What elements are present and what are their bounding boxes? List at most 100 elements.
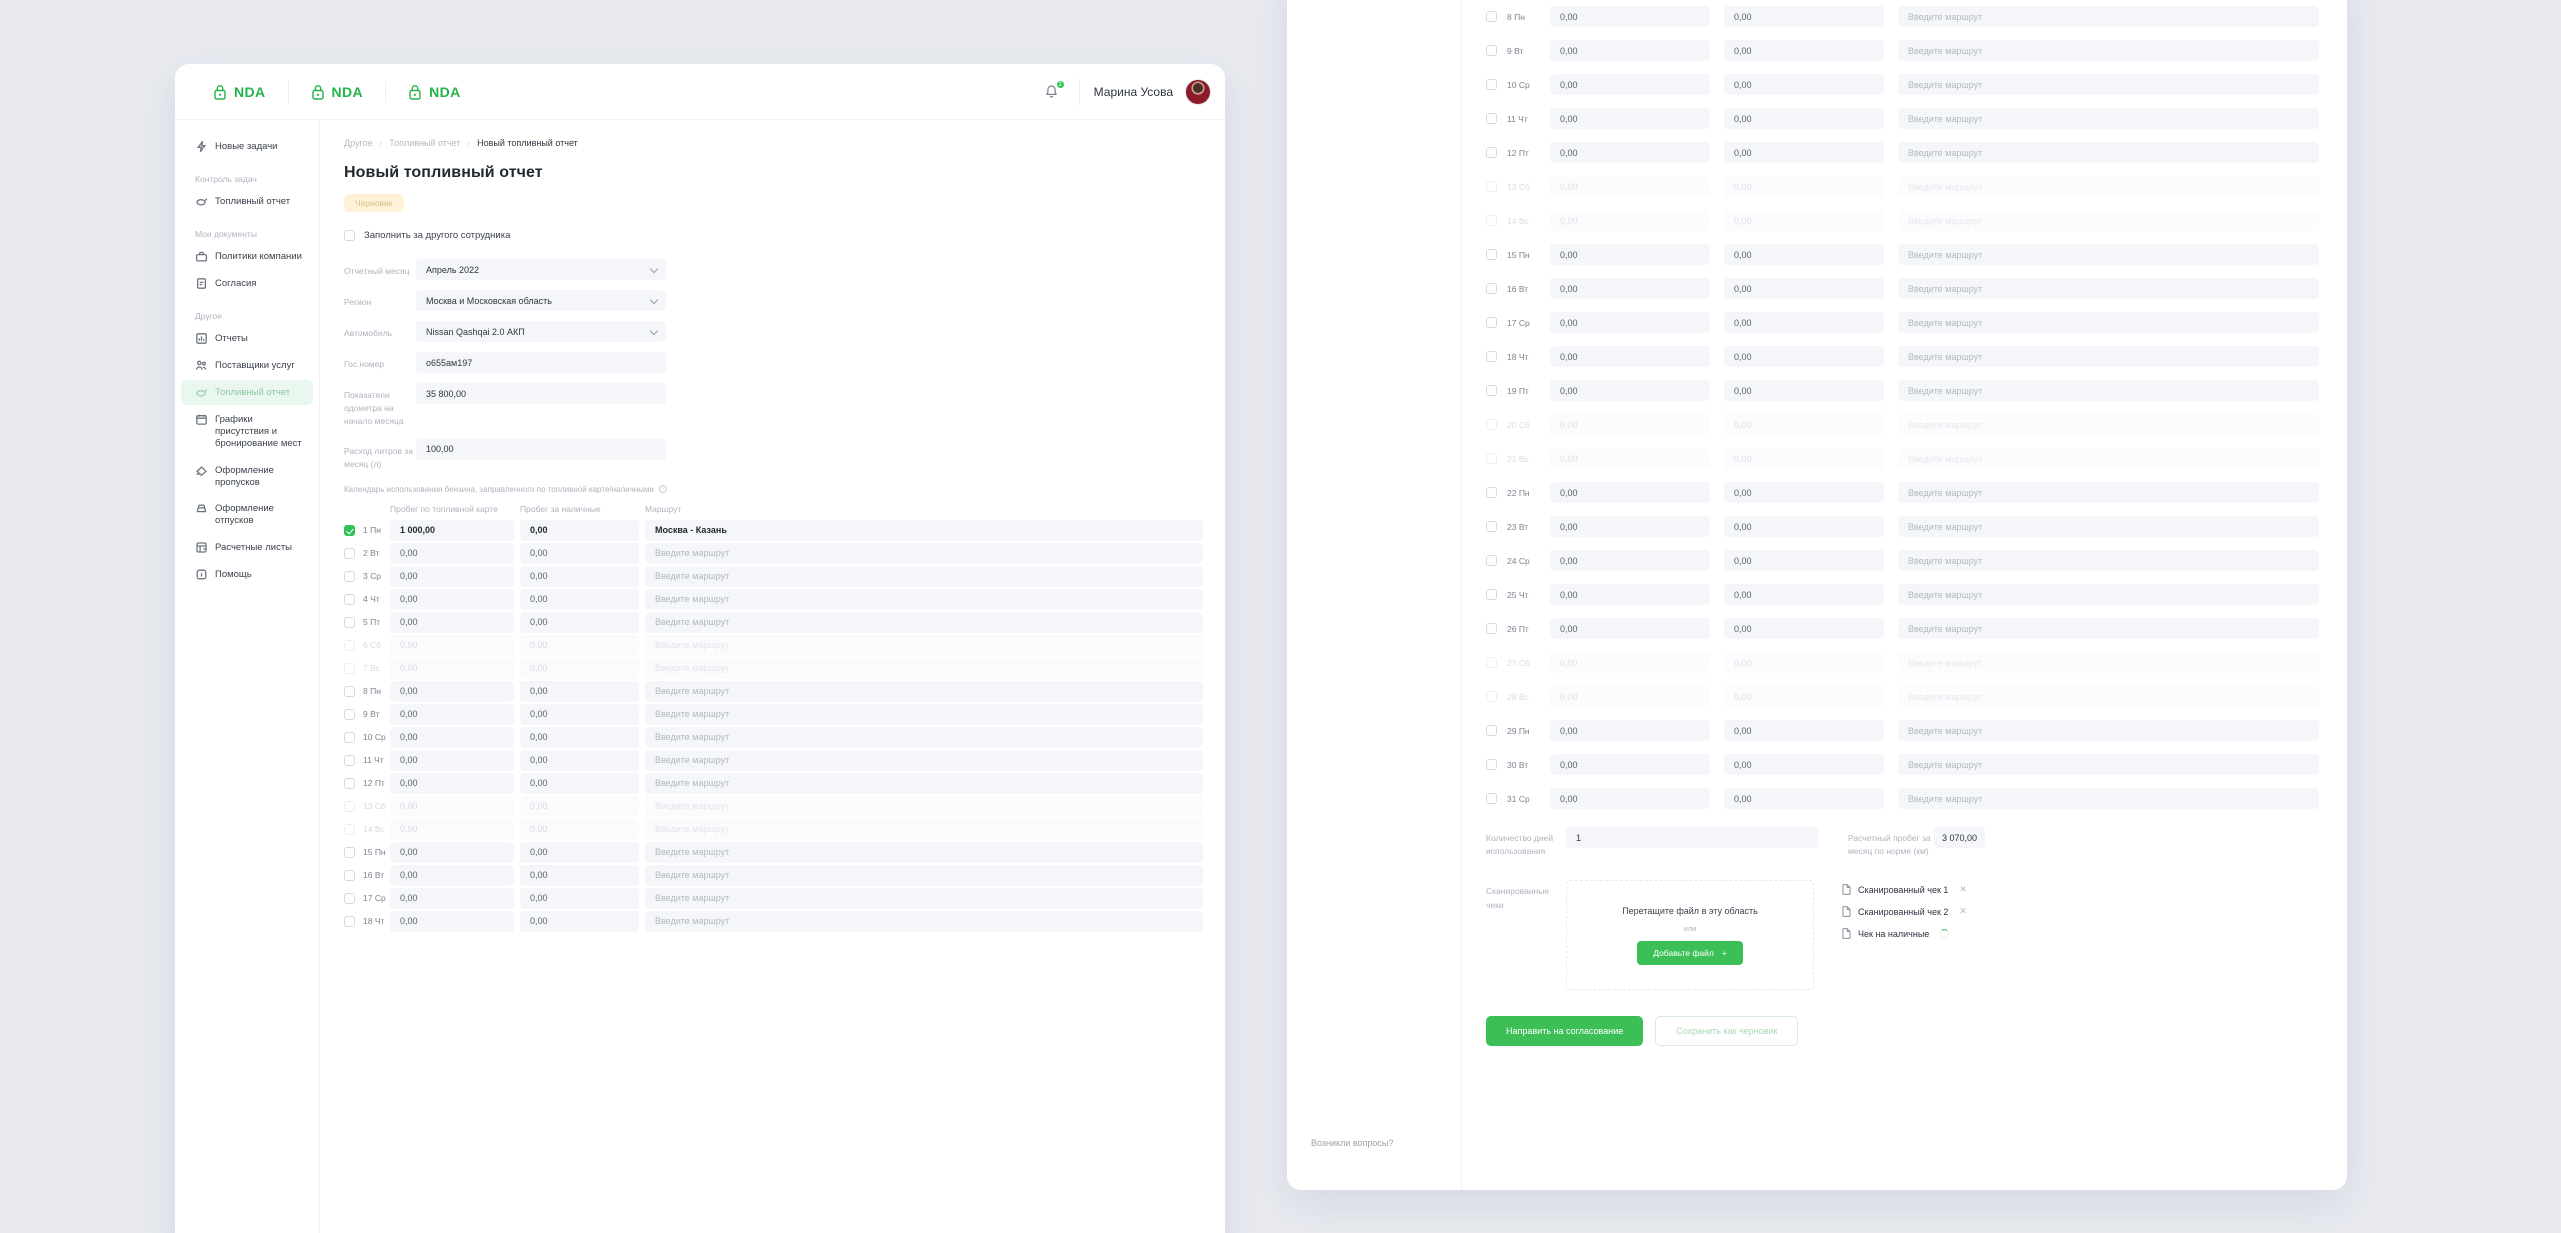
row-cash-mileage-input[interactable]: 0,00 xyxy=(1724,720,1884,741)
row-cash-mileage-input[interactable]: 0,00 xyxy=(520,910,639,932)
row-card-mileage-input[interactable]: 0,00 xyxy=(390,703,514,725)
row-cash-mileage-input[interactable]: 0,00 xyxy=(520,795,639,817)
row-route-input[interactable]: Москва - Казань xyxy=(645,519,1203,541)
row-card-mileage-input[interactable]: 0,00 xyxy=(390,749,514,771)
row-cash-mileage-input[interactable]: 0,00 xyxy=(520,726,639,748)
row-cash-mileage-input[interactable]: 0,00 xyxy=(520,749,639,771)
row-route-input[interactable]: Введите маршрут xyxy=(645,864,1203,886)
row-route-input[interactable]: Введите маршрут xyxy=(1898,74,2319,95)
row-cash-mileage-input[interactable]: 0,00 xyxy=(520,519,639,541)
row-card-mileage-input[interactable]: 0,00 xyxy=(1550,720,1710,741)
row-checkbox[interactable] xyxy=(344,846,355,858)
row-checkbox[interactable] xyxy=(1486,691,1497,702)
row-checkbox[interactable] xyxy=(1486,11,1497,22)
row-card-mileage-input[interactable]: 0,00 xyxy=(390,680,514,702)
form-field-input[interactable]: 35 800,00 xyxy=(416,383,666,404)
row-card-mileage-input[interactable]: 0,00 xyxy=(1550,448,1710,469)
form-field-input[interactable]: о655ам197 xyxy=(416,352,666,373)
nda-tab-2[interactable]: NDA xyxy=(289,74,386,110)
row-checkbox[interactable] xyxy=(344,823,355,835)
form-field-input[interactable]: 100,00 xyxy=(416,438,666,460)
close-icon[interactable]: ✕ xyxy=(1959,906,1967,917)
row-card-mileage-input[interactable]: 0,00 xyxy=(1550,108,1710,129)
row-cash-mileage-input[interactable]: 0,00 xyxy=(1724,244,1884,265)
row-cash-mileage-input[interactable]: 0,00 xyxy=(1724,6,1884,27)
row-checkbox[interactable] xyxy=(344,869,355,881)
row-card-mileage-input[interactable]: 0,00 xyxy=(390,818,514,840)
breadcrumb-item-1[interactable]: Топливный отчет xyxy=(389,138,460,148)
row-checkbox[interactable] xyxy=(344,593,355,605)
row-checkbox[interactable] xyxy=(344,915,355,927)
row-checkbox[interactable] xyxy=(1486,453,1497,464)
row-card-mileage-input[interactable]: 0,00 xyxy=(1550,312,1710,333)
notifications-button[interactable]: 2 xyxy=(1031,64,1073,120)
row-checkbox[interactable] xyxy=(1486,793,1497,804)
row-route-input[interactable]: Введите маршрут xyxy=(1898,686,2319,707)
row-checkbox[interactable] xyxy=(344,662,355,674)
row-card-mileage-input[interactable]: 0,00 xyxy=(390,910,514,932)
row-route-input[interactable]: Введите маршрут xyxy=(645,634,1203,656)
row-card-mileage-input[interactable]: 0,00 xyxy=(1550,244,1710,265)
help-question-text[interactable]: Возникли вопросы? xyxy=(1311,1138,1393,1148)
row-checkbox[interactable] xyxy=(344,547,355,559)
row-checkbox[interactable] xyxy=(1486,113,1497,124)
row-card-mileage-input[interactable]: 0,00 xyxy=(390,565,514,587)
row-checkbox[interactable] xyxy=(344,708,355,720)
sidebar-item-attendance-schedule[interactable]: Графики присутствия и бронирование мест xyxy=(181,407,313,456)
row-card-mileage-input[interactable]: 0,00 xyxy=(390,657,514,679)
row-cash-mileage-input[interactable]: 0,00 xyxy=(1724,788,1884,809)
row-checkbox[interactable] xyxy=(1486,79,1497,90)
sidebar-item-reports[interactable]: Отчеты xyxy=(181,326,313,351)
row-card-mileage-input[interactable]: 0,00 xyxy=(390,726,514,748)
row-route-input[interactable]: Введите маршрут xyxy=(1898,720,2319,741)
row-card-mileage-input[interactable]: 0,00 xyxy=(1550,482,1710,503)
row-cash-mileage-input[interactable]: 0,00 xyxy=(520,542,639,564)
submit-for-approval-button[interactable]: Направить на согласование xyxy=(1486,1016,1644,1047)
row-card-mileage-input[interactable]: 0,00 xyxy=(390,795,514,817)
row-checkbox[interactable] xyxy=(344,685,355,697)
row-checkbox[interactable] xyxy=(1486,589,1497,600)
row-route-input[interactable]: Введите маршрут xyxy=(645,680,1203,702)
row-route-input[interactable]: Введите маршрут xyxy=(645,749,1203,771)
row-cash-mileage-input[interactable]: 0,00 xyxy=(520,680,639,702)
row-route-input[interactable]: Введите маршрут xyxy=(645,726,1203,748)
row-checkbox[interactable] xyxy=(1486,45,1497,56)
row-route-input[interactable]: Введите маршрут xyxy=(645,611,1203,633)
row-card-mileage-input[interactable]: 0,00 xyxy=(1550,278,1710,299)
row-cash-mileage-input[interactable]: 0,00 xyxy=(1724,346,1884,367)
row-cash-mileage-input[interactable]: 0,00 xyxy=(1724,278,1884,299)
row-checkbox[interactable] xyxy=(1486,215,1497,226)
row-route-input[interactable]: Введите маршрут xyxy=(1898,108,2319,129)
row-cash-mileage-input[interactable]: 0,00 xyxy=(1724,380,1884,401)
row-cash-mileage-input[interactable]: 0,00 xyxy=(1724,448,1884,469)
breadcrumb-item-0[interactable]: Другое xyxy=(344,138,373,148)
row-route-input[interactable]: Введите маршрут xyxy=(645,910,1203,932)
row-checkbox[interactable] xyxy=(344,616,355,628)
row-card-mileage-input[interactable]: 0,00 xyxy=(1550,346,1710,367)
info-icon[interactable]: i xyxy=(658,485,667,494)
row-checkbox[interactable] xyxy=(1486,623,1497,634)
row-route-input[interactable]: Введите маршрут xyxy=(1898,210,2319,231)
row-cash-mileage-input[interactable]: 0,00 xyxy=(1724,516,1884,537)
row-route-input[interactable]: Введите маршрут xyxy=(645,887,1203,909)
row-checkbox[interactable] xyxy=(1486,759,1497,770)
sidebar-item-company-policies[interactable]: Политики компании xyxy=(181,244,313,269)
row-checkbox[interactable] xyxy=(1486,657,1497,668)
row-cash-mileage-input[interactable]: 0,00 xyxy=(1724,652,1884,673)
row-cash-mileage-input[interactable]: 0,00 xyxy=(1724,584,1884,605)
row-route-input[interactable]: Введите маршрут xyxy=(1898,550,2319,571)
row-cash-mileage-input[interactable]: 0,00 xyxy=(1724,686,1884,707)
row-route-input[interactable]: Введите маршрут xyxy=(1898,278,2319,299)
sidebar-item-passes[interactable]: Оформление пропусков xyxy=(181,458,313,495)
days-used-value[interactable]: 1 xyxy=(1566,827,1818,848)
row-cash-mileage-input[interactable]: 0,00 xyxy=(520,772,639,794)
row-route-input[interactable]: Введите маршрут xyxy=(1898,414,2319,435)
row-checkbox[interactable] xyxy=(1486,725,1497,736)
row-checkbox[interactable] xyxy=(1486,147,1497,158)
row-route-input[interactable]: Введите маршрут xyxy=(645,772,1203,794)
row-checkbox[interactable] xyxy=(1486,419,1497,430)
row-route-input[interactable]: Введите маршрут xyxy=(1898,312,2319,333)
row-card-mileage-input[interactable]: 0,00 xyxy=(390,542,514,564)
row-checkbox[interactable] xyxy=(1486,521,1497,532)
row-card-mileage-input[interactable]: 0,00 xyxy=(1550,176,1710,197)
